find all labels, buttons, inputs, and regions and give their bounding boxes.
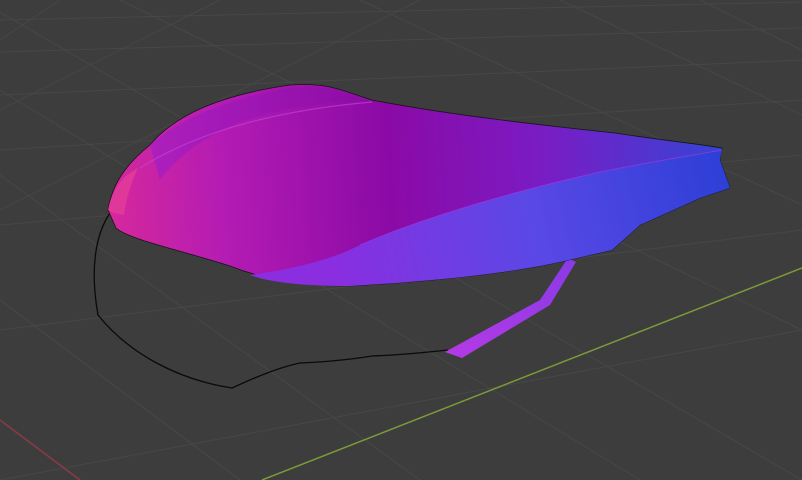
grid-line <box>559 0 802 116</box>
grid-line <box>0 0 221 111</box>
3d-viewport[interactable] <box>0 0 802 480</box>
grid-line <box>0 299 241 480</box>
grid-line <box>0 27 802 53</box>
grid-line <box>699 0 802 51</box>
grid-line <box>0 59 802 96</box>
x-axis-line <box>0 419 81 480</box>
mesh-object[interactable] <box>93 84 731 389</box>
y-axis-line <box>261 267 802 480</box>
grid-line <box>0 329 802 480</box>
grid-line <box>0 1 802 21</box>
viewport-canvas[interactable] <box>0 0 802 480</box>
